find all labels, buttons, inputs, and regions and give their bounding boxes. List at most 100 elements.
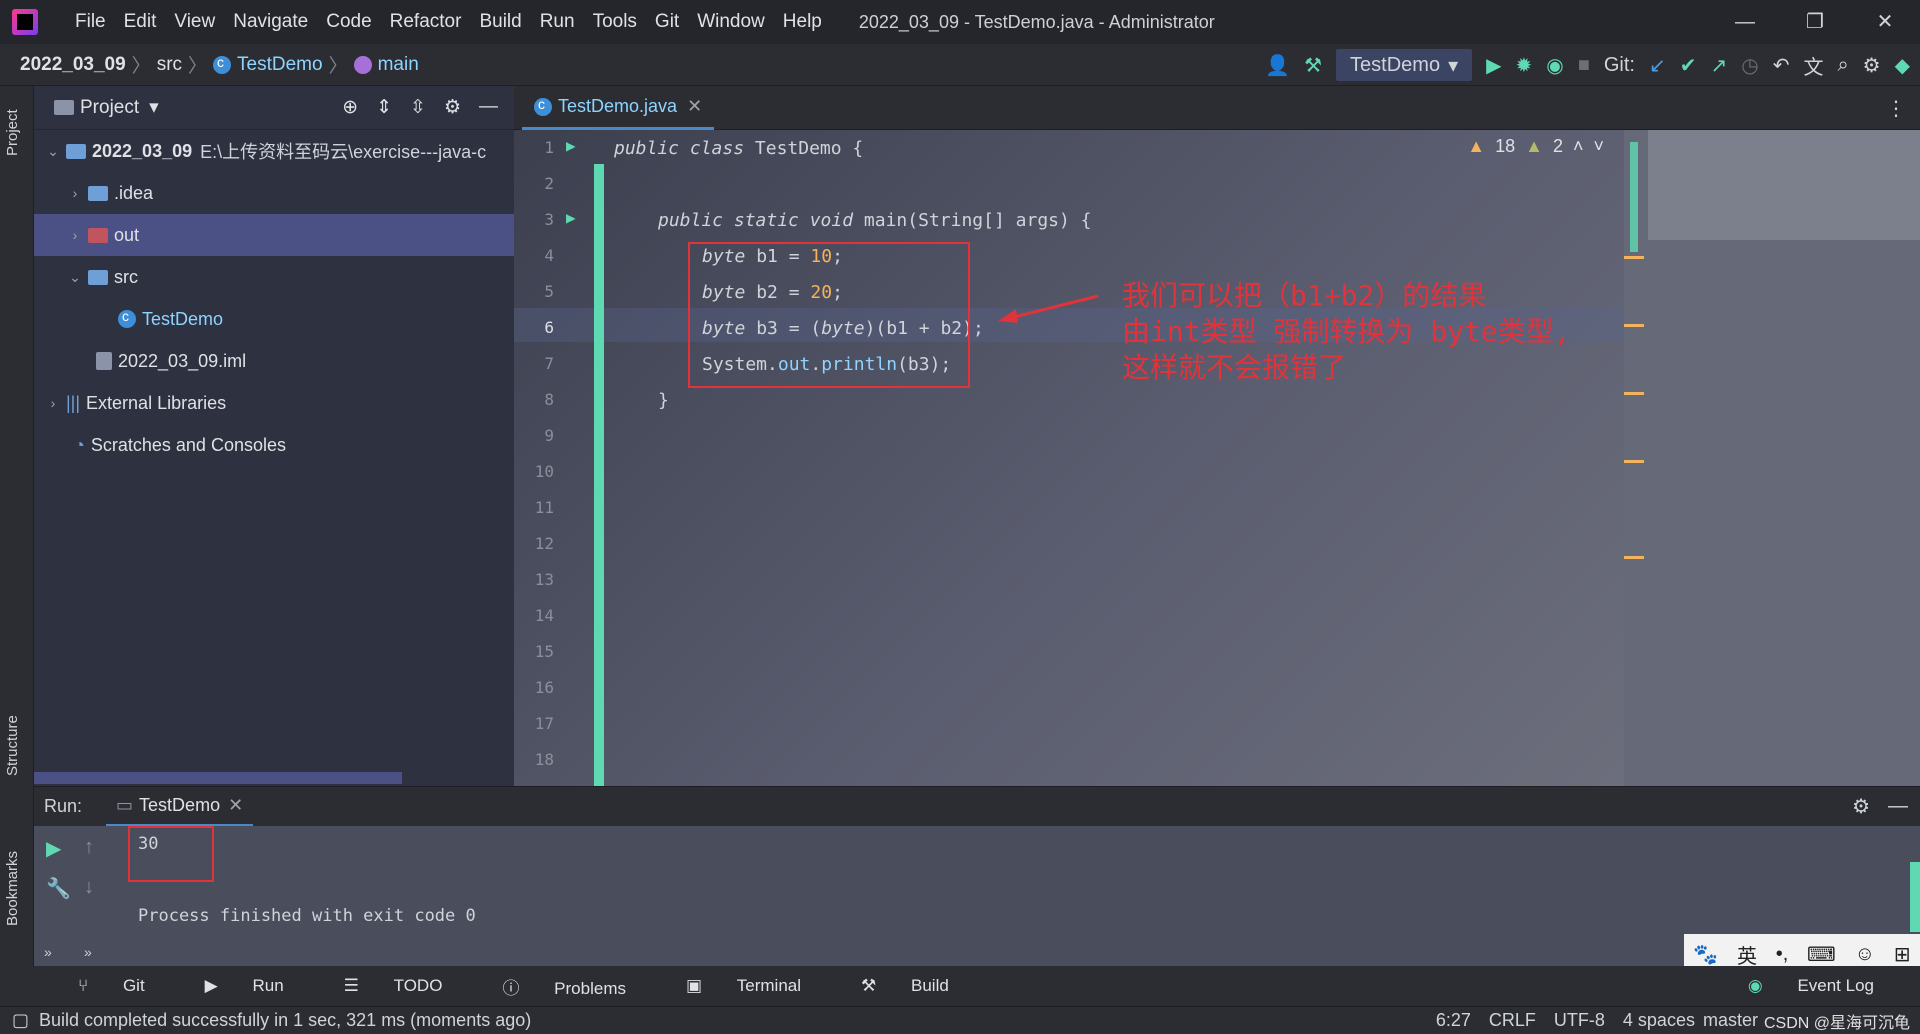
tool-tab-build[interactable]: ⚒ Build [831, 976, 949, 996]
menu-git[interactable]: Git [646, 11, 688, 33]
more-icon[interactable]: ⋮ [1886, 96, 1906, 121]
run-gutter-icon[interactable]: ▶ [566, 136, 576, 155]
run-configuration-select[interactable]: TestDemo ▾ [1336, 49, 1473, 81]
git-update-icon[interactable]: ↙ [1649, 53, 1666, 78]
inspection-widget[interactable]: ▲ 18 ▲ 2 ˄ ˅ [1467, 136, 1604, 157]
user-icon[interactable]: ☺ [1855, 943, 1875, 966]
breadcrumb-method[interactable]: main [378, 54, 419, 76]
code-editor[interactable]: 1 2 3 4 5 6 7 8 9 10 11 12 13 14 15 16 1… [514, 130, 1624, 786]
menu-refactor[interactable]: Refactor [381, 11, 471, 33]
menu-tools[interactable]: Tools [584, 11, 646, 33]
menu-run[interactable]: Run [531, 11, 584, 33]
menu-navigate[interactable]: Navigate [224, 11, 317, 33]
status-message[interactable]: Build completed successfully in 1 sec, 3… [39, 1010, 531, 1031]
restore-button[interactable]: ❐ [1780, 0, 1850, 44]
gear-icon[interactable]: ⚙ [1852, 794, 1870, 819]
rerun-icon[interactable]: ▶ [46, 836, 61, 861]
tool-tab-problems[interactable]: ⓘ Problems [472, 974, 626, 999]
line-separator[interactable]: CRLF [1489, 1010, 1536, 1031]
chevron-right-icon[interactable]: › [66, 227, 84, 243]
chevron-right-icon[interactable]: › [66, 185, 84, 201]
settings-icon[interactable]: ⚙ [1863, 53, 1881, 78]
structure-tool-tab[interactable]: Structure [4, 715, 21, 776]
indent-setting[interactable]: 4 spaces [1623, 1010, 1695, 1031]
chevron-down-icon[interactable]: ▾ [149, 96, 159, 119]
more-right-icon[interactable]: » [84, 944, 92, 960]
project-panel-title[interactable]: Project [80, 97, 139, 119]
project-tool-tab[interactable]: Project [4, 109, 21, 156]
minimize-button[interactable]: — [1710, 0, 1780, 44]
git-branch[interactable]: master [1703, 1010, 1758, 1031]
tree-item-iml[interactable]: 2022_03_09.iml [34, 340, 514, 382]
menu-code[interactable]: Code [317, 11, 380, 33]
grid-icon[interactable]: ⊞ [1894, 942, 1911, 967]
plugin-icon[interactable]: ◆ [1895, 53, 1910, 78]
warning-stripe[interactable] [1624, 324, 1644, 327]
tab-testdemo-java[interactable]: TestDemo.java ✕ [522, 86, 715, 130]
warning-stripe[interactable] [1624, 460, 1644, 463]
warning-stripe[interactable] [1624, 256, 1644, 259]
collapse-all-icon[interactable]: ⇳ [410, 96, 426, 119]
locate-icon[interactable]: ⊕ [342, 96, 358, 119]
breadcrumb-class[interactable]: TestDemo [237, 54, 323, 76]
warning-stripe[interactable] [1624, 556, 1644, 559]
tool-tab-terminal[interactable]: ▣ Terminal [656, 976, 801, 996]
tab-run-testdemo[interactable]: ▭ TestDemo ✕ [106, 787, 254, 827]
warning-stripe[interactable] [1624, 392, 1644, 395]
hide-icon[interactable]: — [1888, 795, 1908, 818]
expand-all-icon[interactable]: ⇕ [376, 96, 392, 119]
paw-icon[interactable]: 🐾 [1693, 942, 1718, 967]
history-icon[interactable]: ◷ [1741, 53, 1758, 78]
keyboard-icon[interactable]: ⌨ [1807, 942, 1836, 967]
chevron-down-icon[interactable]: ⌄ [44, 143, 62, 160]
tree-item-root[interactable]: ⌄ 2022_03_09 E:\上传资料至码云\exercise---java-… [34, 130, 514, 172]
menu-help[interactable]: Help [774, 11, 831, 33]
tool-tab-git[interactable]: ⑂ Git [48, 976, 145, 996]
minimap-viewport[interactable] [1648, 130, 1920, 240]
console-scrollbar[interactable] [1910, 862, 1920, 932]
git-commit-icon[interactable]: ✔ [1680, 53, 1697, 78]
scroll-up-icon[interactable]: ↑ [84, 836, 94, 859]
stop-icon[interactable]: ■ [1578, 54, 1590, 77]
hide-icon[interactable]: — [479, 96, 498, 119]
run-gutter-icon[interactable]: ▶ [566, 208, 576, 227]
breadcrumb-project[interactable]: 2022_03_09 [20, 54, 126, 76]
gear-icon[interactable]: ⚙ [444, 96, 461, 119]
menu-edit[interactable]: Edit [115, 11, 166, 33]
tree-item-src[interactable]: ⌄ src [34, 256, 514, 298]
scroll-down-icon[interactable]: ↓ [84, 876, 94, 899]
debug-icon[interactable]: ✹ [1516, 53, 1533, 78]
bookmarks-tool-tab[interactable]: Bookmarks [4, 851, 21, 926]
close-tab-icon[interactable]: ✕ [687, 96, 702, 117]
user-icon[interactable]: 👤 [1265, 53, 1290, 78]
close-button[interactable]: ✕ [1850, 0, 1920, 44]
event-log-button[interactable]: ◉ Event Log [1718, 976, 1874, 996]
coverage-icon[interactable]: ◉ [1546, 53, 1563, 78]
code-minimap[interactable] [1624, 130, 1920, 786]
rollback-icon[interactable]: ↶ [1773, 53, 1790, 78]
punctuation-icon[interactable]: •, [1776, 943, 1789, 966]
tree-item-out[interactable]: › out [34, 214, 514, 256]
wrench-icon[interactable]: 🔧 [46, 876, 71, 901]
search-icon[interactable]: ⌕ [1837, 54, 1848, 77]
chevron-up-icon[interactable]: ˄ [1573, 136, 1584, 157]
chevron-down-icon[interactable]: ˅ [1593, 136, 1604, 157]
menu-build[interactable]: Build [470, 11, 530, 33]
run-icon[interactable]: ▶ [1486, 53, 1501, 78]
menu-file[interactable]: File [66, 11, 115, 33]
ime-language[interactable]: 英 [1737, 940, 1757, 969]
chevron-down-icon[interactable]: ⌄ [66, 269, 84, 286]
tree-item-testdemo[interactable]: TestDemo [34, 298, 514, 340]
status-toggle-icon[interactable]: ▢ [12, 1010, 29, 1031]
breadcrumb-src[interactable]: src [157, 54, 182, 76]
tree-item-idea[interactable]: › .idea [34, 172, 514, 214]
file-encoding[interactable]: UTF-8 [1554, 1010, 1605, 1031]
caret-position[interactable]: 6:27 [1436, 1010, 1471, 1031]
git-push-icon[interactable]: ↗ [1710, 53, 1727, 78]
build-hammer-icon[interactable]: ⚒ [1304, 53, 1322, 78]
tool-tab-run[interactable]: ▶ Run [175, 976, 284, 996]
menu-window[interactable]: Window [688, 11, 774, 33]
close-tab-icon[interactable]: ✕ [228, 795, 243, 816]
tree-item-external-libraries[interactable]: › ||| External Libraries [34, 382, 514, 424]
tool-tab-todo[interactable]: ☰ TODO [314, 976, 443, 996]
